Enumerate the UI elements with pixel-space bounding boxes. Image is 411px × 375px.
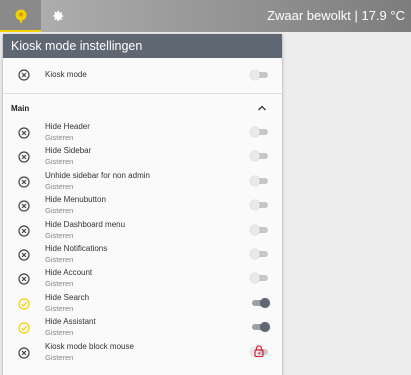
setting-label: Hide Account <box>45 268 93 278</box>
status-off-icon <box>18 346 30 359</box>
setting-row[interactable]: Hide Sidebar Gisteren <box>3 144 282 168</box>
status-off-icon <box>18 273 30 285</box>
setting-timestamp: Gisteren <box>45 206 74 216</box>
setting-timestamp: Gisteren <box>45 133 74 142</box>
kiosk-mode-label: Kiosk mode <box>45 70 87 79</box>
home-icon <box>15 9 27 23</box>
setting-label: Hide Dashboard menu <box>45 219 126 229</box>
tab-home[interactable] <box>0 0 41 32</box>
setting-row[interactable]: Unhide sidebar for non admin Gisteren <box>3 169 282 193</box>
setting-toggle[interactable] <box>250 273 270 284</box>
kiosk-mode-toggle[interactable] <box>250 70 270 80</box>
setting-timestamp: Gisteren <box>45 230 74 240</box>
setting-label: Kiosk mode block mouse <box>45 341 134 351</box>
status-off-icon <box>18 176 30 188</box>
setting-label: Hide Notifications <box>45 244 108 253</box>
setting-toggle[interactable] <box>250 224 270 235</box>
lock-icon <box>254 345 264 357</box>
setting-timestamp: Gisteren <box>45 303 74 313</box>
status-on-icon <box>18 322 30 334</box>
setting-timestamp: Gisteren <box>45 328 74 338</box>
setting-row[interactable]: Hide Search Gisteren <box>3 291 282 315</box>
setting-toggle[interactable] <box>250 297 270 308</box>
setting-row[interactable]: Hide Menubutton Gisteren <box>3 193 282 217</box>
setting-timestamp: Gisteren <box>45 157 74 167</box>
setting-toggle[interactable] <box>250 200 270 211</box>
weather-title: Zwaar bewolkt | 17.9 °C <box>267 8 405 23</box>
chevron-up-icon[interactable] <box>257 104 267 112</box>
status-on-icon <box>18 298 30 310</box>
setting-row[interactable]: Hide Header Gisteren <box>3 120 282 144</box>
setting-label: Hide Search <box>45 292 90 302</box>
setting-label: Hide Header <box>45 122 90 131</box>
setting-row[interactable]: Kiosk mode block mouse Gisteren <box>3 340 282 364</box>
setting-timestamp: Gisteren <box>45 352 74 362</box>
top-bar: Zwaar bewolkt | 17.9 °C <box>0 0 411 32</box>
status-off-icon <box>18 151 30 163</box>
setting-label: Hide Menubutton <box>45 195 106 205</box>
status-off-icon <box>18 69 30 81</box>
setting-toggle[interactable] <box>250 127 270 137</box>
setting-toggle[interactable] <box>250 249 270 259</box>
status-off-icon <box>18 200 30 212</box>
setting-label: Unhide sidebar for non admin <box>45 170 150 180</box>
kiosk-mode-row[interactable]: Kiosk mode <box>3 58 282 92</box>
status-off-icon <box>18 224 30 237</box>
setting-toggle[interactable] <box>250 175 270 186</box>
setting-label: Hide Assistant <box>45 317 96 327</box>
status-off-icon <box>18 249 30 261</box>
setting-timestamp: Gisteren <box>45 181 74 191</box>
setting-row[interactable]: Hide Account Gisteren <box>3 266 282 290</box>
setting-timestamp: Gisteren <box>45 279 74 289</box>
status-off-icon <box>18 127 30 139</box>
setting-toggle[interactable] <box>250 322 270 333</box>
setting-row[interactable]: Hide Assistant Gisteren <box>3 315 282 339</box>
gear-icon[interactable] <box>51 9 65 23</box>
kiosk-settings-panel: Kiosk mode instellingen Kiosk mode Main … <box>3 34 282 375</box>
divider <box>3 93 282 94</box>
panel-title: Kiosk mode instellingen <box>3 34 282 58</box>
setting-row[interactable]: Hide Dashboard menu Gisteren <box>3 218 282 242</box>
section-title-main: Main <box>11 104 30 113</box>
setting-timestamp: Gisteren <box>45 255 74 264</box>
setting-toggle[interactable] <box>250 151 270 162</box>
setting-label: Hide Sidebar <box>45 146 92 156</box>
setting-row[interactable]: Hide Notifications Gisteren <box>3 242 282 266</box>
